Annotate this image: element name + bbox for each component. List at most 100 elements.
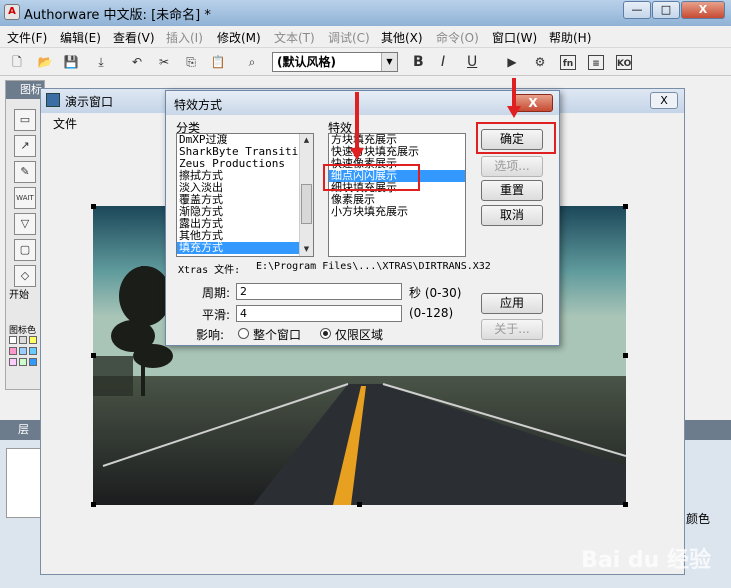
open-folder-icon[interactable]: 📂 xyxy=(36,53,54,71)
apply-button[interactable]: 应用 xyxy=(481,293,543,314)
about-button[interactable]: 关于... xyxy=(481,319,543,340)
presentation-menu-file[interactable]: 文件 xyxy=(53,115,77,132)
copy-icon[interactable]: ⎘ xyxy=(182,53,200,71)
dialog-title: 特效方式 xyxy=(174,98,223,112)
menu-command[interactable]: 命令(O) xyxy=(436,29,479,46)
menu-edit[interactable]: 编辑(E) xyxy=(60,29,101,46)
selection-handle[interactable] xyxy=(357,502,362,507)
effect-list[interactable]: 方块填充展示 快速方块填充展示 快速像素展示 细点闪闪展示 细块填充展示 像素展… xyxy=(328,133,466,257)
run-icon[interactable]: ▶ xyxy=(503,53,521,71)
framework-icon[interactable]: ▢ xyxy=(14,239,36,261)
xtras-path: E:\Program Files\...\XTRAS\DIRTRANS.X32 xyxy=(256,261,491,272)
highlight-effect-box xyxy=(323,164,420,191)
menu-debug[interactable]: 调试(C) xyxy=(328,29,370,46)
control-panel-icon[interactable]: ⚙ xyxy=(531,53,549,71)
navigate-icon[interactable]: ▽ xyxy=(14,213,36,235)
color-swatch-blue[interactable] xyxy=(19,347,27,355)
text-style-value: (默认风格) xyxy=(277,55,336,69)
color-swatch-cyan[interactable] xyxy=(29,347,37,355)
scroll-thumb[interactable] xyxy=(301,184,312,224)
title-bar: A Authorware 中文版: [未命名] * — □ X xyxy=(0,0,731,26)
menu-modify[interactable]: 修改(M) xyxy=(217,29,261,46)
list-item-selected[interactable]: 填充方式 xyxy=(177,242,313,254)
color-swatch-mint[interactable] xyxy=(19,358,27,366)
display-icon[interactable]: ▭ xyxy=(14,109,36,131)
save-icon[interactable]: 💾 xyxy=(62,53,80,71)
color-swatch-pink[interactable] xyxy=(9,347,17,355)
undo-icon[interactable]: ↶ xyxy=(128,53,146,71)
period-unit: 秒 (0-30) xyxy=(409,286,462,300)
affect-region-label: 仅限区域 xyxy=(335,328,384,342)
color-swatch-gray[interactable] xyxy=(19,336,27,344)
period-label: 周期: xyxy=(202,286,231,300)
selection-handle[interactable] xyxy=(91,353,96,358)
color-label: 颜色 xyxy=(686,512,711,526)
reset-button[interactable]: 重置 xyxy=(481,180,543,201)
affect-region-radio[interactable] xyxy=(320,328,331,339)
main-window: A Authorware 中文版: [未命名] * — □ X 文件(F) 编辑… xyxy=(0,0,731,588)
window-controls: — □ X xyxy=(622,1,725,19)
menu-insert[interactable]: 插入(I) xyxy=(166,29,203,46)
smooth-input[interactable]: 4 xyxy=(236,305,402,322)
smooth-range: (0-128) xyxy=(409,306,454,320)
minimize-button[interactable]: — xyxy=(623,1,651,19)
xtras-label: Xtras 文件: xyxy=(178,265,241,276)
menu-text[interactable]: 文本(T) xyxy=(274,29,315,46)
affect-label: 影响: xyxy=(196,328,225,342)
watermark: Bai du 经验 xyxy=(581,548,711,573)
list-item[interactable]: 小方块填充展示 xyxy=(329,206,465,218)
italic-button[interactable]: I xyxy=(441,54,445,70)
menu-file[interactable]: 文件(F) xyxy=(7,29,47,46)
find-icon[interactable]: ⌕ xyxy=(243,53,261,71)
wait-icon[interactable]: WAIT xyxy=(14,187,36,209)
category-list[interactable]: DmXP过渡 SharkByte Transitio Zeus Producti… xyxy=(176,133,314,257)
color-swatch-white[interactable] xyxy=(9,336,17,344)
selection-handle[interactable] xyxy=(623,204,628,209)
menu-bar: 文件(F) 编辑(E) 查看(V) 插入(I) 修改(M) 文本(T) 调试(C… xyxy=(0,26,731,48)
knowledge-objects-icon[interactable]: KO xyxy=(616,55,632,70)
new-file-icon[interactable]: 🗋 xyxy=(8,53,26,71)
app-icon: A xyxy=(4,4,20,20)
chevron-down-icon[interactable]: ▼ xyxy=(381,53,397,71)
maximize-button[interactable]: □ xyxy=(652,1,680,19)
menu-window[interactable]: 窗口(W) xyxy=(492,29,537,46)
scroll-down-icon[interactable]: ▼ xyxy=(300,243,313,256)
selection-handle[interactable] xyxy=(91,502,96,507)
import-icon[interactable]: ⤓ xyxy=(92,53,110,71)
category-scrollbar[interactable]: ▲ ▼ xyxy=(299,134,313,256)
selection-handle[interactable] xyxy=(91,204,96,209)
options-button[interactable]: 选项... xyxy=(481,156,543,177)
color-swatch-yellow[interactable] xyxy=(29,336,37,344)
color-swatch-lilac[interactable] xyxy=(9,358,17,366)
bold-button[interactable]: B xyxy=(413,54,424,70)
selection-handle[interactable] xyxy=(623,353,628,358)
paste-icon[interactable]: 📋 xyxy=(209,53,227,71)
underline-button[interactable]: U xyxy=(467,54,477,70)
cut-icon[interactable]: ✂ xyxy=(155,53,173,71)
menu-help[interactable]: 帮助(H) xyxy=(549,29,591,46)
cancel-button[interactable]: 取消 xyxy=(481,205,543,226)
annotation-arrow-head-icon xyxy=(350,148,364,160)
highlight-ok-box xyxy=(476,122,556,154)
palette-colors-label: 图标色 xyxy=(9,326,37,336)
presentation-close-button[interactable]: X xyxy=(650,92,678,109)
presentation-title: 演示窗口 xyxy=(65,95,114,109)
annotation-arrow-head-icon xyxy=(507,106,521,118)
annotation-arrow-shaft xyxy=(355,92,359,150)
annotation-arrow-shaft xyxy=(512,78,516,108)
close-button[interactable]: X xyxy=(681,1,725,19)
menu-other[interactable]: 其他(X) xyxy=(381,29,423,46)
function-window-icon[interactable]: fn xyxy=(560,55,576,70)
decision-icon[interactable]: ◇ xyxy=(14,265,36,287)
color-swatch-royal[interactable] xyxy=(29,358,37,366)
text-style-select[interactable]: (默认风格) ▼ xyxy=(272,52,398,72)
period-input[interactable]: 2 xyxy=(236,283,402,300)
motion-icon[interactable]: ↗ xyxy=(14,135,36,157)
menu-view[interactable]: 查看(V) xyxy=(113,29,155,46)
erase-icon[interactable]: ✎ xyxy=(14,161,36,183)
selection-handle[interactable] xyxy=(623,502,628,507)
scroll-up-icon[interactable]: ▲ xyxy=(300,134,313,147)
affect-whole-label: 整个窗口 xyxy=(253,328,302,342)
variables-window-icon[interactable]: ≡ xyxy=(588,55,604,70)
affect-whole-radio[interactable] xyxy=(238,328,249,339)
